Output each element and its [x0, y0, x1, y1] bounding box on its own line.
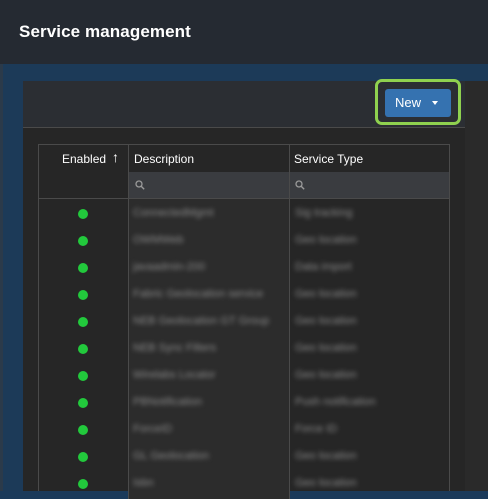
- chevron-down-icon[interactable]: [432, 101, 438, 105]
- service-type-filter-input[interactable]: [290, 172, 449, 198]
- column-divider: [289, 172, 290, 198]
- row-description: NEB Geolocation GT Group: [133, 315, 270, 327]
- column-header-description[interactable]: Description: [129, 145, 289, 172]
- table-row[interactable]: Fabric Geolocation service Geo location: [39, 281, 449, 308]
- sort-ascending-icon: ↑: [112, 149, 119, 165]
- page-title: Service management: [19, 22, 191, 41]
- row-service-type: Geo location: [295, 288, 357, 300]
- row-description: ForceID: [133, 423, 173, 435]
- row-service-type: Geo location: [295, 234, 357, 246]
- row-service-type: Geo location: [295, 477, 357, 489]
- row-description: PBNotification: [133, 396, 203, 408]
- row-service-type: Data import: [295, 261, 352, 273]
- row-service-type: Push notification: [295, 396, 376, 408]
- enabled-status-icon: [78, 263, 88, 273]
- row-description: Isbn: [133, 477, 154, 489]
- new-button-label: New: [395, 95, 422, 110]
- table-row[interactable]: Isbn Geo location: [39, 470, 449, 497]
- row-service-type: Sig tracking: [295, 207, 353, 219]
- enabled-status-icon: [78, 290, 88, 300]
- left-edge: [0, 64, 3, 491]
- enabled-status-icon: [78, 425, 88, 435]
- panel-right-edge: [465, 81, 488, 491]
- search-icon: [295, 180, 305, 190]
- table-row[interactable]: NEB Geolocation GT Group Geo location: [39, 308, 449, 335]
- row-service-type: Geo location: [295, 315, 357, 327]
- enabled-status-icon: [78, 479, 88, 489]
- description-filter-input[interactable]: [129, 172, 289, 198]
- row-description: Fabric Geolocation service: [133, 288, 264, 300]
- row-service-type: Force ID: [295, 423, 338, 435]
- row-description: Wirelabs Locator: [133, 369, 216, 381]
- row-description: GL Geolocation: [133, 450, 210, 462]
- column-header-service-type[interactable]: Service Type: [290, 145, 449, 172]
- enabled-status-icon: [78, 398, 88, 408]
- app-header: Service management: [0, 0, 488, 65]
- row-description: OWMWeb: [133, 234, 184, 246]
- row-description: javaadmin-200: [133, 261, 206, 273]
- column-header-enabled-label: Enabled: [62, 152, 107, 166]
- table-row[interactable]: javaadmin-200 Data import: [39, 254, 449, 281]
- enabled-status-icon: [78, 452, 88, 462]
- grid-header-row: Enabled ↑ Description Service Type: [39, 145, 449, 173]
- column-divider: [128, 172, 129, 198]
- enabled-status-icon: [78, 209, 88, 219]
- services-grid: Enabled ↑ Description Service Type Conne…: [38, 144, 450, 499]
- row-service-type: Geo location: [295, 450, 357, 462]
- table-row[interactable]: PBNotification Push notification: [39, 389, 449, 416]
- column-header-service-type-label: Service Type: [294, 152, 364, 166]
- table-row[interactable]: ForceID Force ID: [39, 416, 449, 443]
- table-row[interactable]: NEB Sync Filters Geo location: [39, 335, 449, 362]
- row-service-type: Geo location: [295, 342, 357, 354]
- column-header-enabled[interactable]: Enabled ↑: [39, 145, 129, 172]
- enabled-status-icon: [78, 236, 88, 246]
- column-divider: [289, 145, 290, 172]
- row-service-type: Geo location: [295, 369, 357, 381]
- row-description: ConnectedMgmt: [133, 207, 214, 219]
- row-description: NEB Sync Filters: [133, 342, 217, 354]
- column-header-description-label: Description: [134, 152, 195, 166]
- table-row[interactable]: OWMWeb Geo location: [39, 227, 449, 254]
- column-divider: [128, 145, 129, 172]
- search-icon: [135, 180, 145, 190]
- new-button[interactable]: New: [385, 89, 451, 117]
- table-row[interactable]: ConnectedMgmt Sig tracking: [39, 200, 449, 227]
- enabled-status-icon: [78, 317, 88, 327]
- grid-filter-row: [39, 172, 449, 199]
- table-row[interactable]: Wirelabs Locator Geo location: [39, 362, 449, 389]
- enabled-status-icon: [78, 371, 88, 381]
- table-row[interactable]: GL Geolocation Geo location: [39, 443, 449, 470]
- enabled-status-icon: [78, 344, 88, 354]
